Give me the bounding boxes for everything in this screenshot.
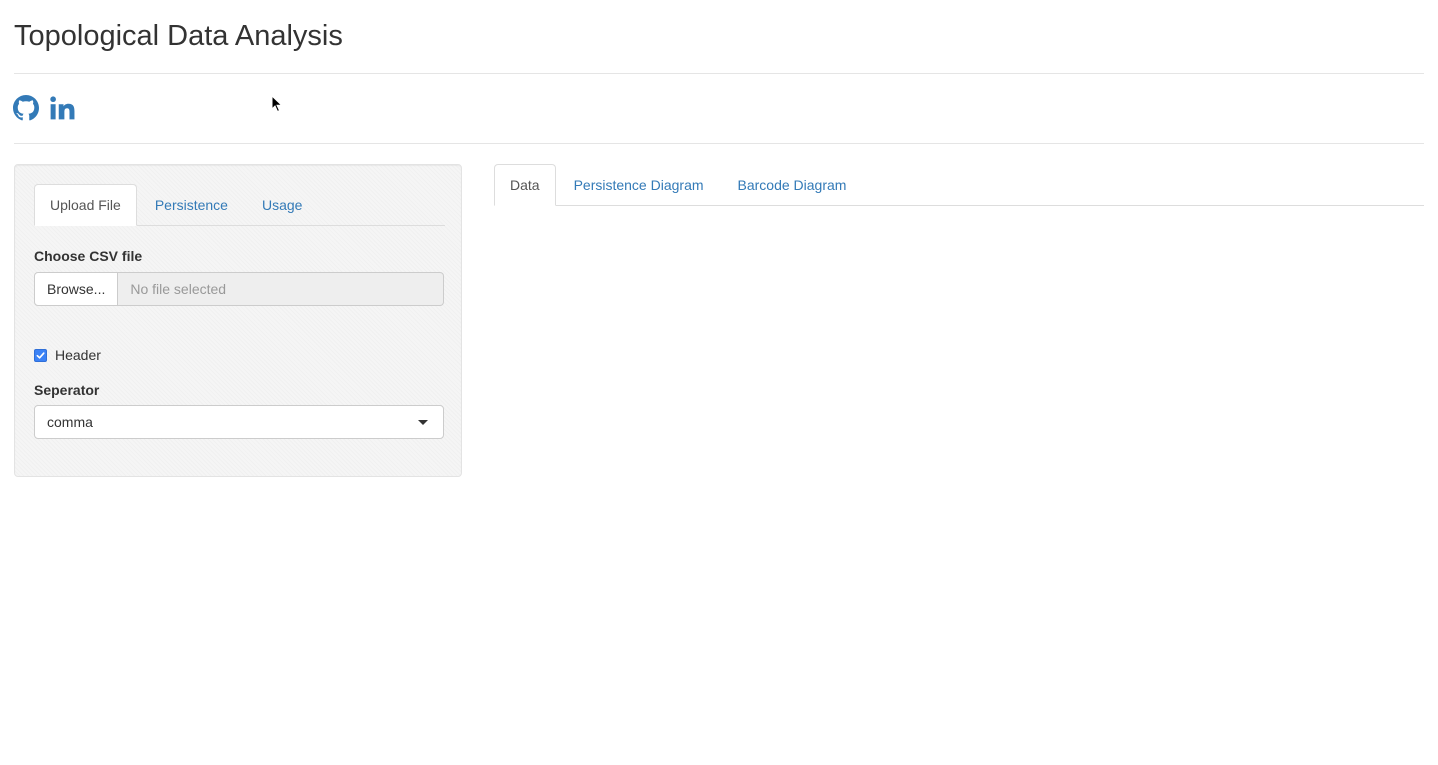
header-checkbox-label: Header: [55, 347, 101, 363]
browse-button[interactable]: Browse...: [34, 272, 119, 306]
file-name-field[interactable]: [118, 272, 444, 306]
tab-persistence[interactable]: Persistence: [139, 184, 244, 225]
checkmark-icon: [36, 351, 45, 359]
divider: [14, 143, 1424, 144]
separator-selected-value: comma: [47, 414, 93, 430]
tab-data[interactable]: Data: [494, 164, 556, 206]
social-links: [13, 95, 75, 121]
separator-label: Seperator: [34, 382, 100, 398]
divider: [14, 73, 1424, 74]
page: Topological Data Analysis Upload File Pe…: [0, 0, 1438, 765]
github-link[interactable]: [13, 95, 39, 121]
tab-upload-file[interactable]: Upload File: [34, 184, 137, 226]
tab-barcode-diagram[interactable]: Barcode Diagram: [722, 164, 863, 205]
main-tabs: Data Persistence Diagram Barcode Diagram: [494, 164, 1424, 206]
mouse-cursor-icon: [271, 94, 283, 113]
csv-file-label: Choose CSV file: [34, 248, 143, 264]
tab-persistence-diagram[interactable]: Persistence Diagram: [558, 164, 720, 205]
page-title: Topological Data Analysis: [14, 20, 343, 52]
linkedin-link[interactable]: [49, 95, 75, 121]
sidebar-tabs: Upload File Persistence Usage: [34, 184, 445, 226]
file-upload-group: Browse...: [34, 272, 444, 306]
chevron-down-icon: [418, 419, 428, 425]
linkedin-icon: [50, 96, 75, 120]
header-checkbox-row[interactable]: Header: [34, 347, 101, 363]
tab-usage[interactable]: Usage: [246, 184, 318, 225]
github-icon: [13, 95, 39, 121]
header-checkbox[interactable]: [34, 348, 47, 362]
separator-select[interactable]: comma: [34, 405, 444, 439]
sidebar-panel: Upload File Persistence Usage Choose CSV…: [14, 164, 462, 477]
